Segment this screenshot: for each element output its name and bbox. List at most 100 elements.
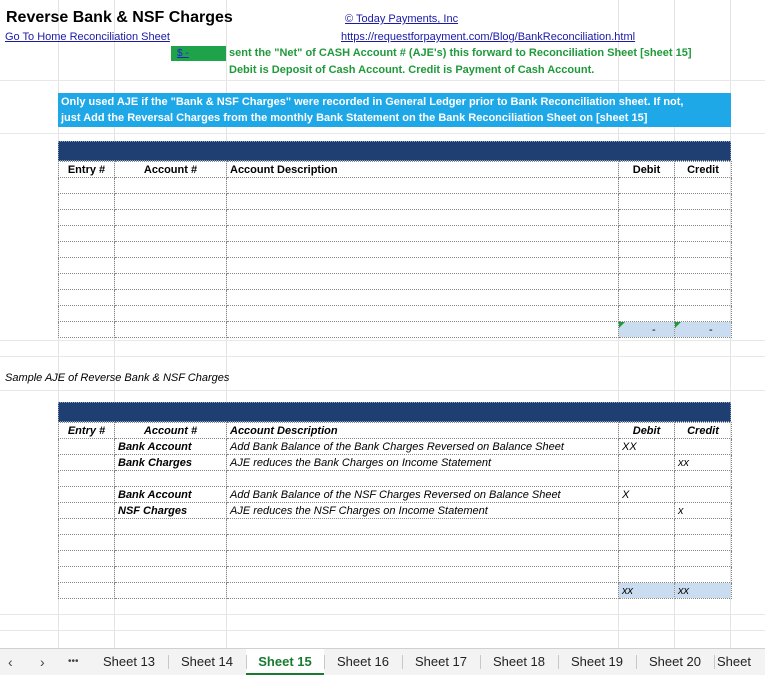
cell-credit[interactable] [674,486,732,503]
table-cell[interactable] [226,225,619,242]
table-cell[interactable] [226,241,619,258]
cell-debit[interactable]: XX [618,438,675,455]
cell-description[interactable]: Add Bank Balance of the Bank Charges Rev… [226,438,619,455]
table-cell[interactable] [674,566,732,583]
table-cell[interactable] [226,518,619,535]
total-debit-cell[interactable]: - [618,321,675,338]
table-cell[interactable] [58,289,115,306]
table-cell[interactable] [618,305,675,322]
cell-description[interactable]: AJE reduces the Bank Charges on Income S… [226,454,619,471]
table-cell[interactable] [226,193,619,210]
cell-credit[interactable] [674,470,732,487]
table-cell[interactable] [114,241,227,258]
blog-url-link[interactable]: https://requestforpayment.com/Blog/BankR… [341,31,635,43]
table-cell[interactable] [114,305,227,322]
table-cell[interactable] [58,193,115,210]
table-cell[interactable] [618,209,675,226]
tab-sheet-13[interactable]: Sheet 13 [90,649,168,675]
table-cell[interactable] [114,225,227,242]
table-cell[interactable] [58,209,115,226]
table-cell[interactable] [114,193,227,210]
table-cell[interactable] [226,273,619,290]
tab-sheet-17[interactable]: Sheet 17 [402,649,480,675]
table-cell[interactable] [226,550,619,567]
table-cell[interactable] [674,209,732,226]
home-reconciliation-link[interactable]: Go To Home Reconciliation Sheet [5,31,170,43]
table-cell[interactable] [114,289,227,306]
table-cell[interactable] [618,257,675,274]
table-cell[interactable] [674,305,732,322]
cell-description[interactable] [226,470,619,487]
table-cell[interactable] [618,534,675,551]
table-cell[interactable] [618,518,675,535]
table-cell[interactable] [674,273,732,290]
table-cell[interactable] [58,257,115,274]
copyright-link[interactable]: © Today Payments, Inc [345,13,458,25]
table-cell[interactable] [114,534,227,551]
table-cell[interactable] [114,550,227,567]
table-cell[interactable] [114,257,227,274]
table-cell[interactable] [226,305,619,322]
table-cell[interactable] [114,518,227,535]
table-cell[interactable] [674,289,732,306]
table-cell[interactable] [114,566,227,583]
cell-entry[interactable] [58,502,115,519]
cell-credit[interactable] [674,438,732,455]
table-cell[interactable] [226,257,619,274]
tab-sheet-14[interactable]: Sheet 14 [168,649,246,675]
chevron-left-icon[interactable]: ‹ [8,649,13,675]
cell-entry[interactable] [58,454,115,471]
net-cash-cell[interactable]: $ - [171,46,226,61]
table-cell[interactable] [618,566,675,583]
tab-sheet-18[interactable]: Sheet 18 [480,649,558,675]
table-cell[interactable] [618,273,675,290]
table-cell[interactable] [674,241,732,258]
table-cell[interactable] [618,225,675,242]
table-cell[interactable] [674,225,732,242]
table-cell[interactable] [618,193,675,210]
cell-entry[interactable] [58,470,115,487]
table-cell[interactable] [226,534,619,551]
cell-account[interactable]: Bank Charges [114,454,227,471]
cell-account[interactable]: Bank Account [114,486,227,503]
table-cell[interactable] [58,305,115,322]
sample-total-debit[interactable]: xx [618,582,675,599]
cell-credit[interactable]: xx [674,454,732,471]
table-cell[interactable] [58,566,115,583]
table-cell[interactable] [58,550,115,567]
table-cell[interactable] [618,177,675,194]
cell-description[interactable]: Add Bank Balance of the NSF Charges Reve… [226,486,619,503]
tab-sheet-16[interactable]: Sheet 16 [324,649,402,675]
cell-debit[interactable] [618,454,675,471]
table-cell[interactable] [226,566,619,583]
tab-sheet[interactable]: Sheet [714,649,754,675]
cell-debit[interactable] [618,502,675,519]
cell-description[interactable]: AJE reduces the NSF Charges on Income St… [226,502,619,519]
cell-entry[interactable] [58,438,115,455]
table-cell[interactable] [226,289,619,306]
cell-account[interactable] [114,470,227,487]
table-cell[interactable] [114,177,227,194]
table-cell[interactable] [58,225,115,242]
table-cell[interactable] [674,177,732,194]
table-cell[interactable] [618,289,675,306]
table-cell[interactable] [674,518,732,535]
table-cell[interactable] [58,273,115,290]
table-cell[interactable] [674,257,732,274]
table-cell[interactable] [58,241,115,258]
table-cell[interactable] [114,209,227,226]
table-cell[interactable] [618,241,675,258]
sample-total-credit[interactable]: xx [674,582,732,599]
table-cell[interactable] [58,177,115,194]
cell-account[interactable]: Bank Account [114,438,227,455]
table-cell[interactable] [58,518,115,535]
table-cell[interactable] [226,209,619,226]
table-cell[interactable] [674,534,732,551]
table-cell[interactable] [674,550,732,567]
table-cell[interactable] [618,550,675,567]
cell-account[interactable]: NSF Charges [114,502,227,519]
chevron-right-icon[interactable]: › [40,649,45,675]
table-cell[interactable] [114,273,227,290]
table-cell[interactable] [226,177,619,194]
cell-credit[interactable]: x [674,502,732,519]
